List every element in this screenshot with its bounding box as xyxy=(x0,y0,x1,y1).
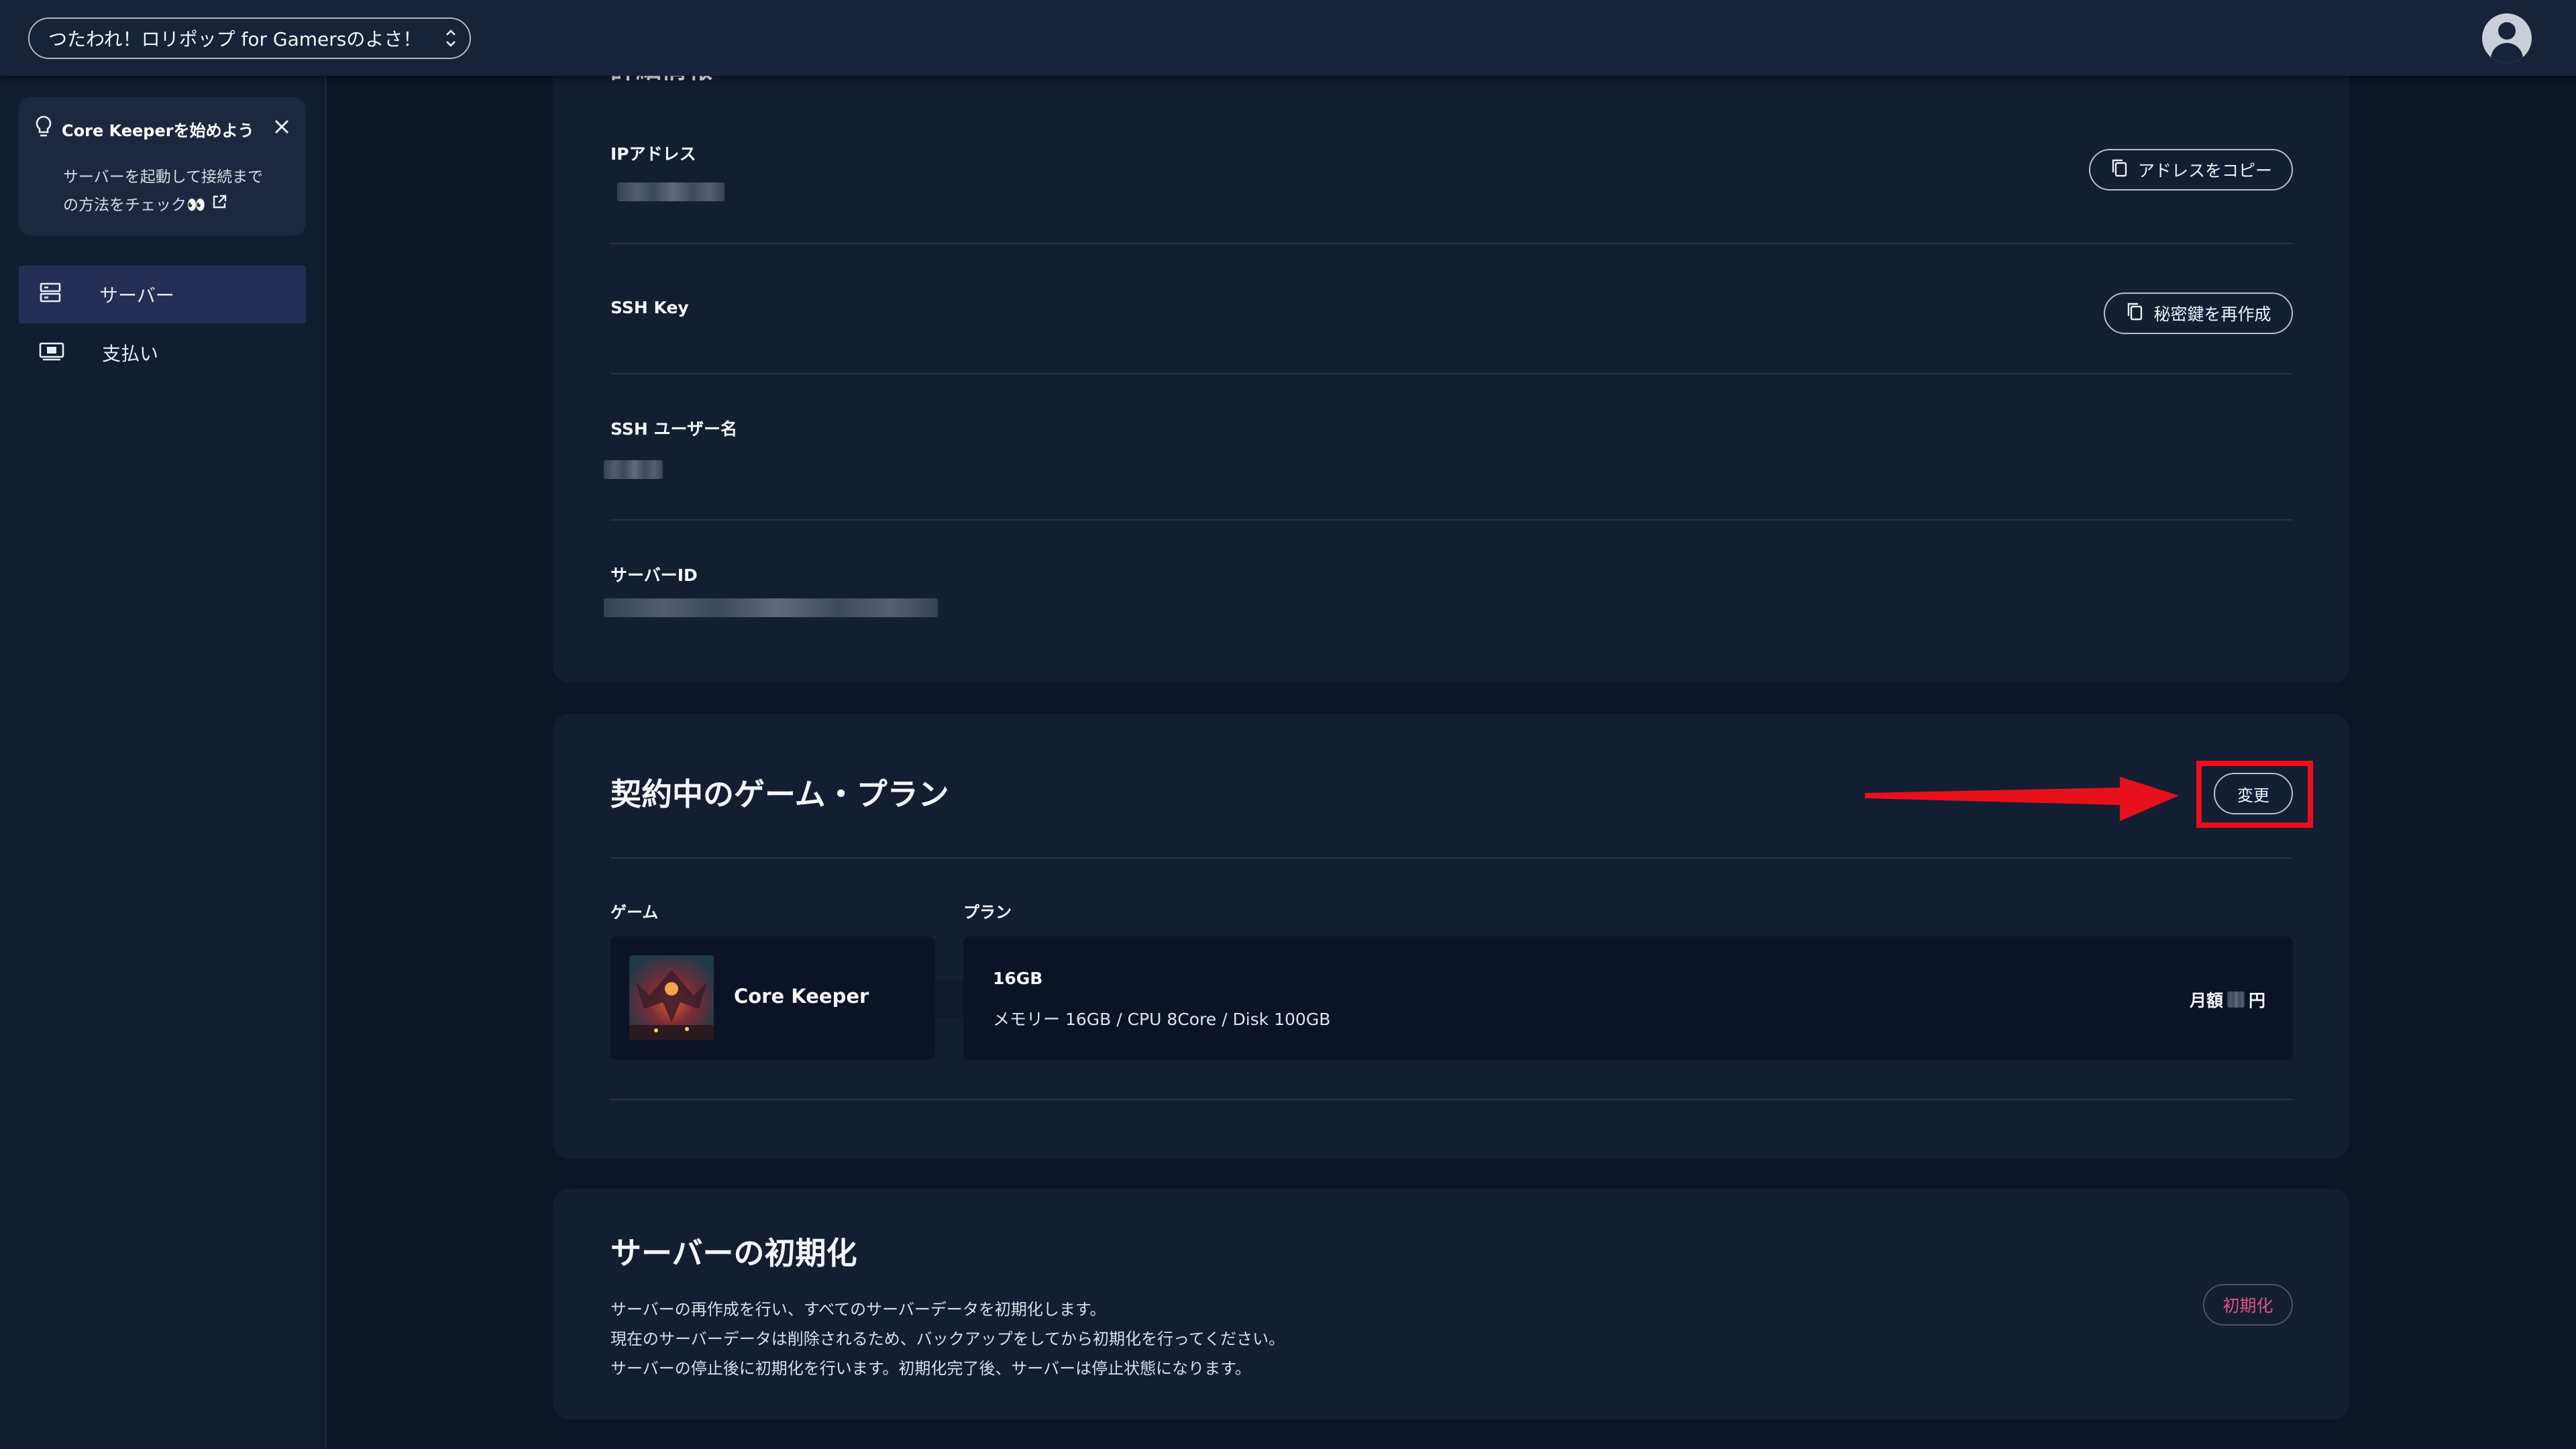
divider xyxy=(610,243,2293,244)
price-value-redacted xyxy=(2227,991,2245,1008)
ip-address-value-redacted xyxy=(617,182,724,201)
game-name: Core Keeper xyxy=(734,985,869,1008)
external-link-icon[interactable] xyxy=(211,191,227,219)
workspace-selector[interactable]: つたわれ！ロリポップ for Gamersのよさ！ xyxy=(28,17,471,59)
server-id-label: サーバーID xyxy=(610,566,698,585)
ssh-user-label: SSH ユーザー名 xyxy=(610,419,738,439)
game-column-header: ゲーム xyxy=(610,903,659,922)
tip-link[interactable]: の方法をチェック👀 xyxy=(63,191,206,219)
ssh-key-label: SSH Key xyxy=(610,298,689,317)
chevron-up-down-icon xyxy=(432,27,470,50)
divider xyxy=(610,373,2293,374)
copy-icon xyxy=(2110,158,2129,182)
sidebar-item-label: 支払い xyxy=(102,343,159,365)
tip-body-line1: サーバーを起動して接続まで xyxy=(63,168,264,186)
plan-column-header: プラン xyxy=(963,903,1012,922)
regenerate-key-label: 秘密鍵を再作成 xyxy=(2153,305,2271,324)
close-icon[interactable] xyxy=(272,117,291,140)
sidebar-item-payment[interactable]: 支払い xyxy=(19,324,306,382)
connector xyxy=(935,981,963,1017)
plan-box: 16GB メモリー 16GB / CPU 8Core / Disk 100GB … xyxy=(963,936,2293,1060)
init-description: サーバーの再作成を行い、すべてのサーバーデータを初期化します。 現在のサーバーデ… xyxy=(610,1295,1285,1383)
server-icon xyxy=(39,281,62,309)
ip-address-label: IPアドレス xyxy=(610,144,696,164)
divider xyxy=(610,519,2293,521)
annotation-highlight-box xyxy=(2196,761,2313,828)
annotation-arrow xyxy=(1865,777,2179,821)
init-text-line2: 現在のサーバーデータは削除されるため、バックアップをしてから初期化を行ってくださ… xyxy=(610,1330,1285,1348)
user-avatar-icon[interactable] xyxy=(2482,13,2532,63)
price-prefix: 月額 xyxy=(2190,991,2224,1010)
server-init-card: サーバーの初期化 サーバーの再作成を行い、すべてのサーバーデータを初期化します。… xyxy=(553,1189,2349,1419)
plan-price: 月額 円 xyxy=(2190,987,2265,1012)
tip-title: Core Keeperを始めよう xyxy=(62,121,254,140)
plan-name: 16GB xyxy=(993,969,1043,988)
divider xyxy=(610,1099,2293,1100)
divider xyxy=(610,857,2293,859)
workspace-label: つたわれ！ロリポップ for Gamersのよさ！ xyxy=(48,28,422,50)
sidebar: Core Keeperを始めよう サーバーを起動して接続まで の方法をチェック👀 xyxy=(0,76,327,1449)
sidebar-item-server[interactable]: サーバー xyxy=(19,266,306,323)
initialize-button[interactable]: 初期化 xyxy=(2203,1284,2293,1326)
regenerate-key-button[interactable]: 秘密鍵を再作成 xyxy=(2104,292,2293,334)
lightbulb-icon xyxy=(34,115,54,143)
getting-started-tip: Core Keeperを始めよう サーバーを起動して接続まで の方法をチェック👀 xyxy=(19,97,306,235)
plan-spec: メモリー 16GB / CPU 8Core / Disk 100GB xyxy=(993,1010,1331,1029)
game-thumbnail xyxy=(629,955,714,1040)
copy-icon xyxy=(2125,301,2144,325)
top-bar: つたわれ！ロリポップ for Gamersのよさ！ xyxy=(0,0,2576,76)
price-suffix: 円 xyxy=(2249,991,2266,1010)
init-text-line3: サーバーの停止後に初期化を行います。初期化完了後、サーバーは停止状態になります。 xyxy=(610,1359,1251,1378)
server-details-card: 詳細情報 IPアドレス アドレスをコピー SSH Key 秘密鍵を再作成 SSH… xyxy=(553,0,2349,683)
initialize-label: 初期化 xyxy=(2222,1296,2273,1316)
game-box: Core Keeper xyxy=(610,936,935,1060)
copy-address-button[interactable]: アドレスをコピー xyxy=(2089,149,2293,191)
copy-address-label: アドレスをコピー xyxy=(2137,161,2272,180)
server-id-value-redacted xyxy=(604,598,938,617)
payment-icon xyxy=(39,339,64,367)
init-text-line1: サーバーの再作成を行い、すべてのサーバーデータを初期化します。 xyxy=(610,1300,1106,1319)
sidebar-item-label: サーバー xyxy=(99,284,174,307)
plan-section-title: 契約中のゲーム・プラン xyxy=(610,776,949,812)
ssh-user-value-redacted xyxy=(604,460,663,479)
init-section-title: サーバーの初期化 xyxy=(610,1235,857,1271)
